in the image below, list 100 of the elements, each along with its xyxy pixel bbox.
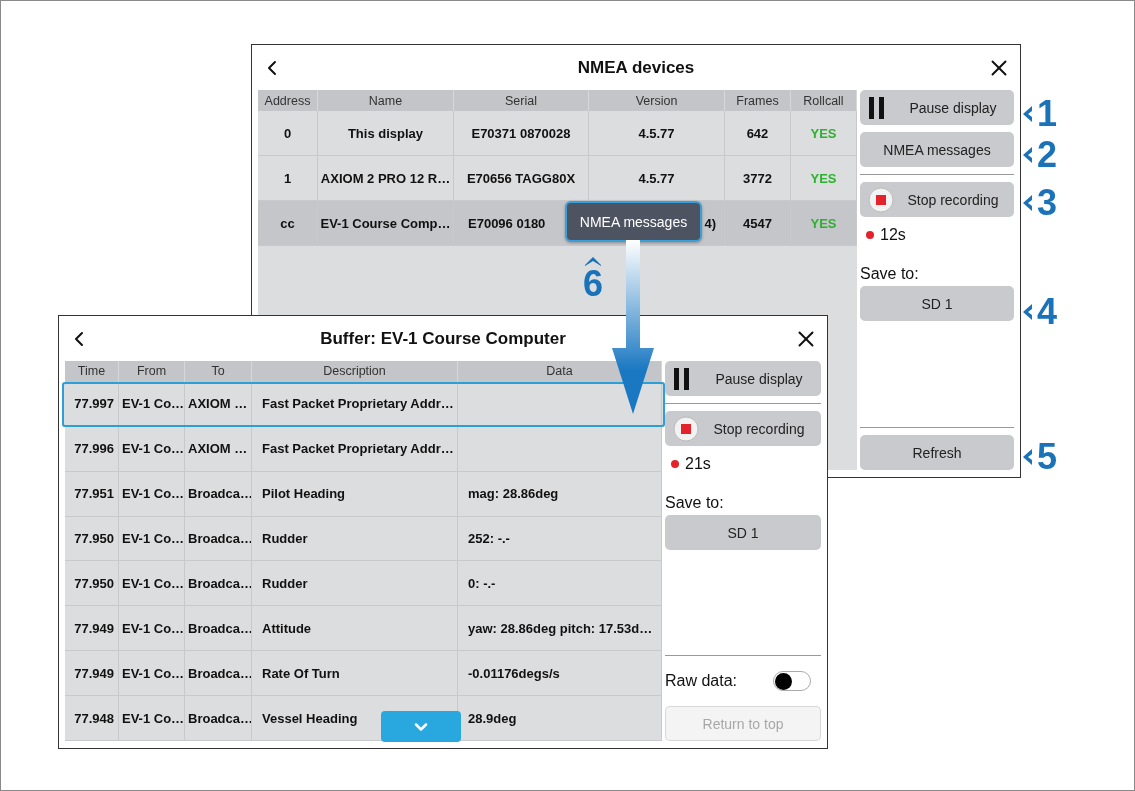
table-cell: YES	[810, 170, 837, 186]
table-cell: 28.9deg	[468, 710, 517, 726]
table-cell: EV-1 Co…	[122, 575, 184, 591]
pointer-icon	[1023, 195, 1033, 211]
column-header: To	[185, 361, 252, 382]
table-cell: EV-1 Co…	[122, 531, 184, 546]
table-cell: E70371 0870028	[471, 125, 571, 141]
table-cell: EV-1 Co…	[122, 486, 184, 502]
save-to-label: Save to:	[860, 264, 920, 283]
table-cell: -0.01176degs/s	[468, 665, 560, 681]
table-row[interactable]: 77.951 EV-1 Co… Broadca… Pilot Heading mag: 28.86deg	[65, 471, 662, 517]
side-button[interactable]: Pause display	[860, 90, 1014, 125]
table-cell: 77.996	[74, 441, 114, 457]
table-cell: AXIOM 2 PRO 12 R…	[320, 170, 451, 186]
table-cell: 0: -.-	[468, 575, 496, 591]
table-cell: 3772	[743, 170, 772, 186]
callout-number: 1	[1037, 96, 1058, 132]
table-cell: 77.949	[74, 620, 114, 636]
table-cell: EV-1 Co…	[122, 620, 184, 636]
table-cell: Pilot Heading	[262, 486, 346, 502]
table-cell: yaw: 28.86deg pitch: 17.53d…	[468, 620, 653, 636]
table-cell: 77.950	[74, 575, 114, 591]
table-cell: EV-1 Co…	[122, 396, 184, 412]
table-row[interactable]: 77.948 EV-1 Co… Broadca… Vessel Heading 28.9deg	[65, 696, 662, 741]
table-cell: Fast Packet Proprietary Addr…	[262, 396, 454, 412]
table-cell: 77.948	[74, 710, 114, 726]
table-cell: 4.5.77	[638, 170, 675, 186]
side-button[interactable]: Pause display	[665, 361, 821, 396]
table-row[interactable]: 77.996 EV-1 Co… AXIOM … Fast Packet Proprietary Addr…	[65, 426, 662, 472]
table-cell: 4547	[743, 215, 772, 231]
table-cell: Rudder	[262, 575, 308, 591]
side-button[interactable]: Refresh	[860, 435, 1014, 470]
column-header: Description	[252, 361, 458, 382]
table-cell: 4.5.77	[638, 125, 675, 141]
side-button[interactable]: SD 1	[860, 286, 1014, 321]
table-cell: Broadca…	[188, 620, 251, 636]
record-icon	[673, 415, 699, 442]
table-cell: 4)	[704, 215, 716, 231]
table-row[interactable]: 77.950 EV-1 Co… Broadca… Rudder 252: -.-	[65, 516, 662, 562]
table-cell: Vessel Heading	[262, 710, 358, 726]
caret-icon	[585, 256, 601, 266]
table-cell: 77.950	[74, 531, 114, 546]
table-row[interactable]: cc EV-1 Course Comp… E70096 0180 NMEA messages 4) 4547 YES	[258, 201, 857, 246]
table-cell: 77.997	[74, 396, 114, 412]
table-cell: AXIOM …	[188, 441, 248, 457]
table-row[interactable]: 77.950 EV-1 Co… Broadca… Rudder 0: -.-	[65, 561, 662, 607]
table-cell: EV-1 Co…	[122, 665, 184, 681]
table-row[interactable]: 77.949 EV-1 Co… Broadca… Attitude yaw: 28.86deg pitch: 17.53d…	[65, 606, 662, 652]
tooltip[interactable]: NMEA messages	[565, 201, 702, 242]
table-cell: 1	[283, 170, 292, 186]
side-button[interactable]: Stop recording	[860, 182, 1014, 217]
callout-number: 2	[1037, 137, 1058, 173]
table-cell: E70656 TAGG80X	[466, 170, 576, 186]
table-cell: Broadca…	[188, 486, 251, 502]
table-row[interactable]: 77.997 EV-1 Co… AXIOM … Fast Packet Proprietary Addr…	[62, 381, 665, 427]
pause-icon	[868, 95, 886, 120]
pause-icon	[673, 366, 691, 391]
callout-number: 6	[583, 266, 604, 302]
table-cell: YES	[810, 215, 837, 231]
callout-number: 5	[1037, 439, 1058, 475]
table-cell: This display	[347, 125, 424, 141]
callout-number: 4	[1037, 294, 1058, 330]
table-row[interactable]: 77.949 EV-1 Co… Broadca… Rate Of Turn -0.01176degs/s	[65, 651, 662, 697]
table-cell: 77.951	[74, 486, 114, 502]
record-icon	[868, 186, 894, 213]
table-cell: Attitude	[262, 620, 312, 636]
window-title: Buffer: EV-1 Course Computer	[320, 328, 566, 349]
side-button[interactable]: Stop recording	[665, 411, 821, 446]
table-row[interactable]: 0 This display E70371 0870028 4.5.77 642 YES	[258, 111, 857, 156]
table-cell: 0	[283, 125, 292, 141]
table-cell: Rate Of Turn	[262, 665, 340, 681]
table-cell: E70096 0180	[468, 215, 546, 231]
table-cell: YES	[810, 125, 837, 141]
side-button[interactable]: NMEA messages	[860, 132, 1014, 167]
table-cell: AXIOM …	[188, 396, 248, 412]
table-cell: Fast Packet Proprietary Addr…	[262, 441, 454, 457]
save-to-label: Save to:	[665, 493, 725, 512]
recording-time: 12s	[880, 226, 906, 244]
window-title: NMEA devices	[577, 57, 695, 78]
table-cell: Rudder	[262, 531, 308, 546]
pointer-icon	[1023, 106, 1033, 122]
table-cell: EV-1 Co…	[122, 710, 184, 726]
side-button[interactable]: SD 1	[665, 515, 821, 550]
table-cell: mag: 28.86deg	[468, 486, 559, 502]
table-cell: EV-1 Co…	[122, 441, 184, 457]
table-cell: Broadca…	[188, 531, 251, 546]
column-header: Time	[65, 361, 119, 382]
recording-time: 21s	[685, 455, 711, 473]
table-cell: Broadca…	[188, 665, 251, 681]
toggle-label: Raw data:	[665, 672, 738, 690]
pointer-icon	[1023, 147, 1033, 163]
table-row[interactable]: 1 AXIOM 2 PRO 12 R… E70656 TAGG80X 4.5.77 3772 YES	[258, 156, 857, 201]
pointer-icon	[1023, 449, 1033, 465]
callout-number: 3	[1037, 185, 1058, 221]
toggle-switch[interactable]	[773, 671, 811, 691]
table-cell: cc	[280, 215, 295, 231]
table-cell: EV-1 Course Comp…	[320, 215, 451, 231]
table-cell: 77.949	[74, 665, 114, 681]
pointer-icon	[1023, 304, 1033, 320]
table-cell: 252: -.-	[468, 531, 510, 546]
